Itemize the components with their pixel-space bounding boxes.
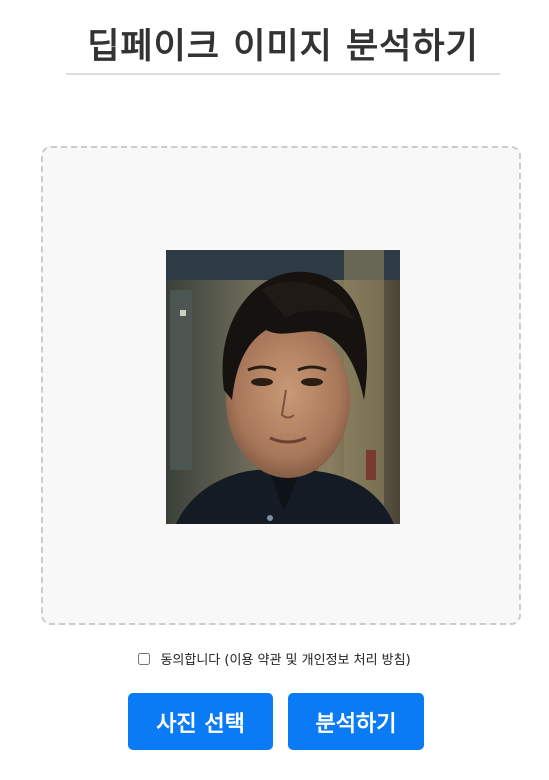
consent-row: 동의합니다 (이용 약관 및 개인정보 처리 방침) bbox=[0, 649, 549, 668]
title-divider bbox=[66, 73, 500, 75]
uploaded-photo-preview bbox=[166, 250, 400, 524]
analyze-button[interactable]: 분석하기 bbox=[288, 693, 424, 750]
select-photo-button[interactable]: 사진 선택 bbox=[128, 693, 273, 750]
page-title: 딥페이크 이미지 분석하기 bbox=[87, 27, 479, 67]
consent-label: 동의합니다 (이용 약관 및 개인정보 처리 방침) bbox=[160, 653, 411, 668]
consent-checkbox[interactable] bbox=[138, 653, 151, 665]
portrait-image bbox=[166, 250, 400, 524]
